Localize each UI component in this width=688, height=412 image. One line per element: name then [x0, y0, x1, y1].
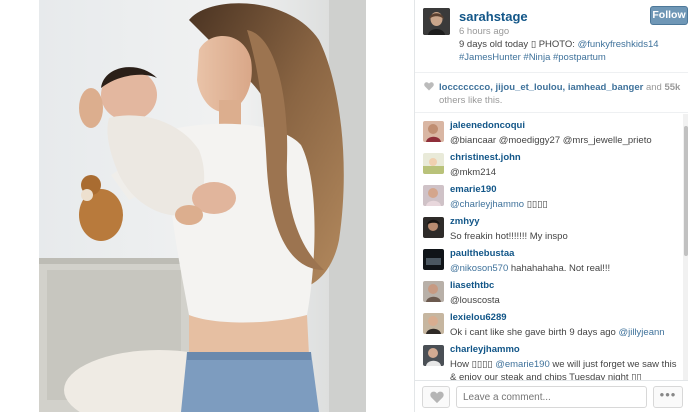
comment-username[interactable]: lexielou6289 — [450, 312, 507, 323]
more-dots-icon: ••• — [659, 387, 677, 402]
heart-icon — [424, 82, 434, 91]
comment-username[interactable]: christinest.john — [450, 152, 521, 163]
comment-item: christinest.john @mkm214 — [415, 150, 683, 183]
commenter-avatar[interactable] — [423, 153, 444, 174]
comments-scrollbar[interactable] — [683, 114, 688, 380]
comment-item: emarie190 @charleyjhammo ▯▯▯▯ — [415, 182, 683, 215]
post-timestamp[interactable]: 6 hours ago — [459, 26, 509, 37]
comment-mention[interactable]: @jillyjeann — [618, 327, 664, 338]
comment-body: hahahahaha. Not real!!! — [508, 263, 611, 274]
follow-button[interactable]: Follow — [650, 6, 688, 25]
comment-mention[interactable]: @nikoson570 — [450, 263, 508, 274]
comment-username[interactable]: jaleenedoncoqui — [450, 120, 525, 131]
comment-text: So freakin hot!!!!!!! My inspo — [450, 231, 568, 242]
comment-username[interactable]: emarie190 — [450, 184, 496, 195]
comment-username[interactable]: liasethtbc — [450, 280, 494, 291]
comment-text[interactable]: @louscosta — [450, 294, 678, 307]
comment-body: How ▯▯▯▯ — [450, 359, 496, 370]
post-caption: 9 days old today ▯ PHOTO: @funkyfreshkid… — [459, 38, 681, 64]
commenter-avatar[interactable] — [423, 185, 444, 206]
comment-bar: ••• — [415, 380, 688, 412]
comment-item: paulthebustaa @nikoson570 hahahahaha. No… — [415, 246, 683, 279]
comment-username[interactable]: zmhyy — [450, 216, 480, 227]
likes-and: and — [643, 82, 665, 93]
scrollbar-thumb[interactable] — [684, 126, 688, 256]
commenter-avatar[interactable] — [423, 313, 444, 334]
comment-list[interactable]: jaleenedoncoqui @biancaar @moediggy27 @m… — [415, 114, 683, 380]
comment-body: Ok i cant like she gave birth 9 days ago — [450, 327, 619, 338]
photo-image — [39, 0, 366, 412]
comment-text[interactable]: @mkm214 — [450, 166, 678, 179]
comment-text: @charleyjhammo ▯▯▯▯ — [450, 198, 678, 211]
instagram-post-viewer: sarahstage 6 hours ago 9 days old today … — [0, 0, 688, 412]
comment-item: zmhyy So freakin hot!!!!!!! My inspo — [415, 214, 683, 247]
commenter-avatar[interactable] — [423, 345, 444, 366]
comment-input[interactable] — [456, 386, 647, 408]
comment-item: lexielou6289 Ok i cant like she gave bir… — [415, 310, 683, 343]
likes-suffix: others like this. — [439, 95, 503, 106]
likes-count[interactable]: 55k — [664, 82, 680, 93]
heart-icon — [430, 391, 444, 404]
post-header: sarahstage 6 hours ago 9 days old today … — [415, 0, 688, 73]
comment-text: @nikoson570 hahahahaha. Not real!!! — [450, 262, 678, 275]
comment-mention[interactable]: @charleyjhammo — [450, 199, 524, 210]
comment-username[interactable]: charleyjhammo — [450, 344, 520, 355]
comment-item: jaleenedoncoqui @biancaar @moediggy27 @m… — [415, 118, 683, 151]
comment-item: charleyjhammo How ▯▯▯▯ @emarie190 we wil… — [415, 342, 683, 380]
owner-username[interactable]: sarahstage — [459, 9, 528, 24]
more-options-button[interactable]: ••• — [653, 386, 683, 408]
comment-mention[interactable]: @emarie190 — [495, 359, 550, 370]
comment-text: How ▯▯▯▯ @emarie190 we will just forget … — [450, 358, 678, 380]
caption-text-2: PHOTO: — [536, 39, 578, 50]
post-sidebar: sarahstage 6 hours ago 9 days old today … — [414, 0, 688, 412]
caption-text: 9 days old today — [459, 39, 531, 50]
commenter-avatar[interactable] — [423, 217, 444, 238]
comment-item: liasethtbc @louscosta — [415, 278, 683, 311]
comment-username[interactable]: paulthebustaa — [450, 248, 514, 259]
likes-text: loccccccco, jijou_et_loulou, iamhead_ban… — [439, 81, 685, 107]
like-button[interactable] — [422, 386, 450, 408]
commenter-avatar[interactable] — [423, 281, 444, 302]
caption-hashtags[interactable]: #JamesHunter #Ninja #postpartum — [459, 52, 606, 63]
comment-text: Ok i cant like she gave birth 9 days ago… — [450, 326, 678, 339]
post-photo[interactable] — [39, 0, 366, 412]
owner-avatar[interactable] — [423, 8, 450, 35]
commenter-avatar[interactable] — [423, 249, 444, 270]
comment-body: ▯▯▯▯ — [524, 199, 548, 210]
likes-users[interactable]: loccccccco, jijou_et_loulou, iamhead_ban… — [439, 82, 643, 93]
likes-summary: loccccccco, jijou_et_loulou, iamhead_ban… — [415, 74, 688, 113]
comment-text[interactable]: @biancaar @moediggy27 @mrs_jewelle_priet… — [450, 134, 678, 147]
caption-mention-link[interactable]: @funkyfreshkids14 — [578, 39, 659, 50]
commenter-avatar[interactable] — [423, 121, 444, 142]
